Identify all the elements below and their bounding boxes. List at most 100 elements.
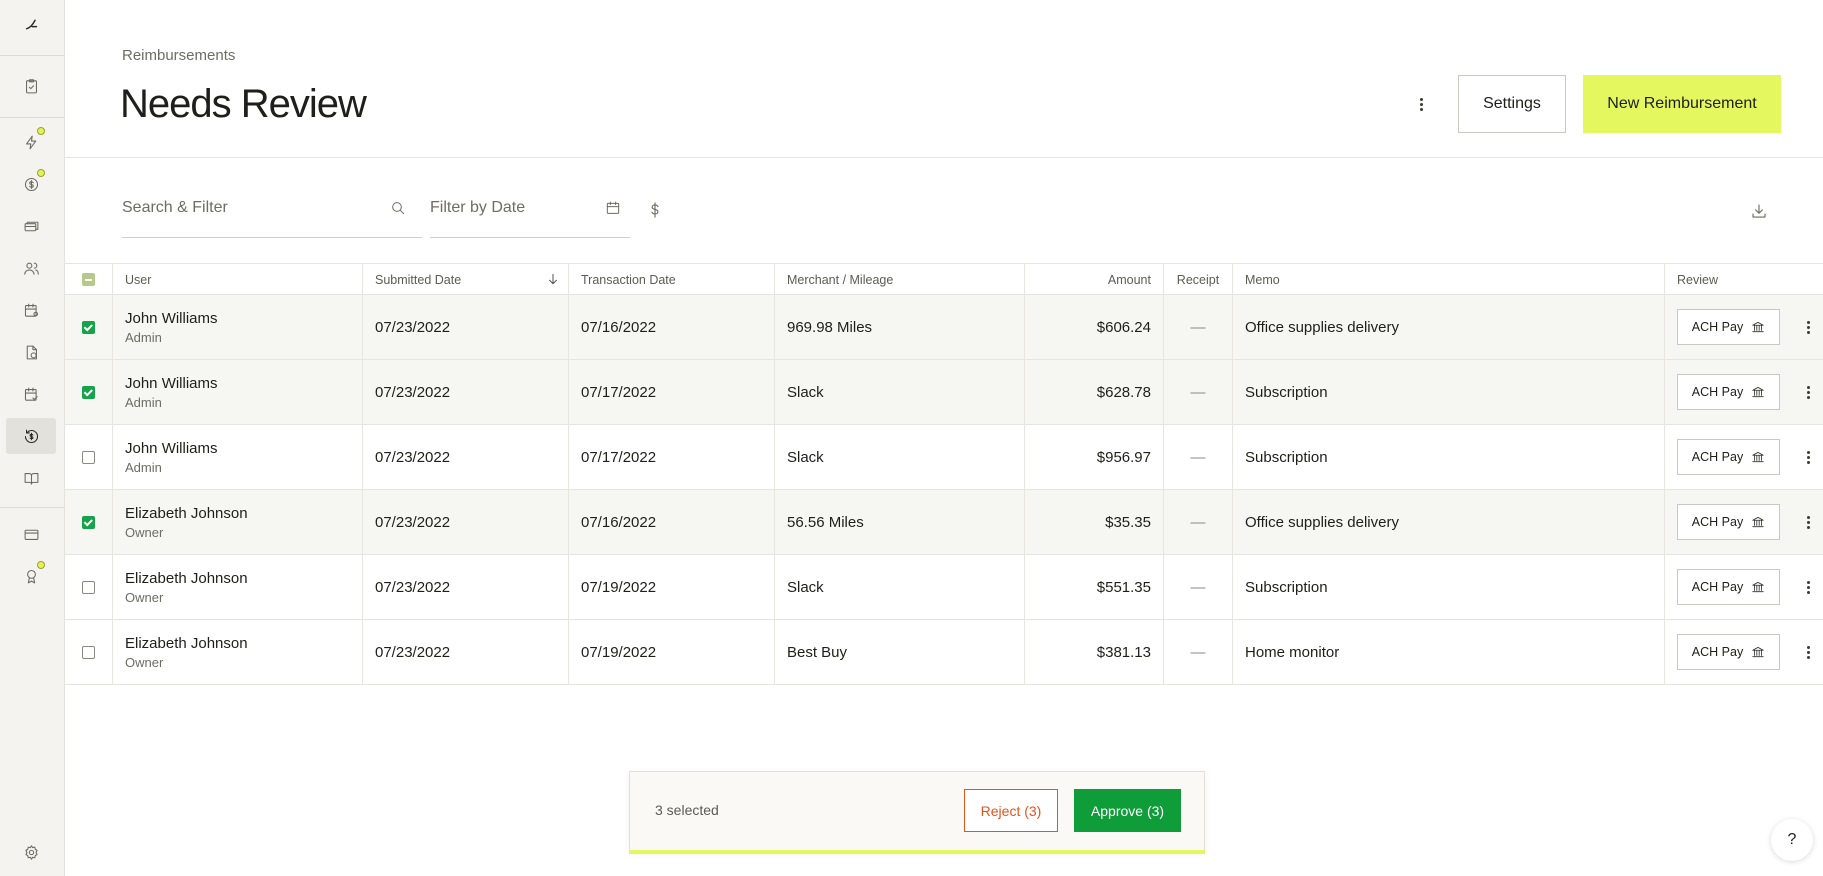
- row-checkbox[interactable]: [82, 580, 95, 594]
- row-more-button[interactable]: [1800, 640, 1816, 664]
- user-cell: John Williams Admin: [112, 360, 362, 424]
- logo-icon[interactable]: [6, 6, 56, 42]
- more-options-button[interactable]: [1411, 92, 1431, 116]
- ach-pay-button[interactable]: ACH Pay: [1677, 374, 1780, 410]
- ach-pay-label: ACH Pay: [1691, 580, 1744, 594]
- sidebar-item-approvals[interactable]: [6, 376, 56, 412]
- merchant-cell: Slack: [774, 425, 1024, 489]
- receipt-cell[interactable]: —: [1163, 555, 1232, 619]
- amount-cell: $628.78: [1024, 360, 1163, 424]
- ach-pay-button[interactable]: ACH Pay: [1677, 439, 1780, 475]
- users-icon: [23, 262, 39, 275]
- receipt-cell[interactable]: —: [1163, 620, 1232, 684]
- col-amount[interactable]: Amount: [1024, 264, 1163, 295]
- sidebar-item-bills[interactable]: [6, 334, 56, 370]
- row-checkbox[interactable]: [82, 320, 95, 334]
- sidebar-item-reimbursements[interactable]: [6, 418, 56, 454]
- reject-button[interactable]: Reject (3): [964, 789, 1058, 832]
- memo-cell: Subscription: [1232, 425, 1664, 489]
- sidebar-item-docs[interactable]: [6, 460, 56, 496]
- table-row[interactable]: John Williams Admin 07/23/2022 07/17/2022 Sl…: [65, 425, 1823, 490]
- row-checkbox[interactable]: [82, 645, 95, 659]
- table-row[interactable]: Elizabeth Johnson Owner 07/23/2022 07/19/20…: [65, 620, 1823, 685]
- row-select-cell: [65, 360, 112, 424]
- col-merchant[interactable]: Merchant / Mileage: [774, 264, 1024, 295]
- amount-cell: $956.97: [1024, 425, 1163, 489]
- notification-dot: [37, 561, 45, 569]
- receipt-cell[interactable]: —: [1163, 295, 1232, 359]
- transaction-date-cell: 07/19/2022: [568, 620, 774, 684]
- ach-pay-button[interactable]: ACH Pay: [1677, 309, 1780, 345]
- sidebar-item-payments[interactable]: [6, 166, 56, 202]
- row-more-button[interactable]: [1800, 380, 1816, 404]
- user-name: John Williams: [125, 439, 218, 457]
- download-icon[interactable]: [1750, 202, 1768, 220]
- col-user[interactable]: User: [112, 264, 362, 295]
- bank-icon: [1752, 386, 1764, 398]
- select-all-cell: [65, 264, 112, 295]
- select-all-checkbox[interactable]: [82, 273, 95, 286]
- col-receipt[interactable]: Receipt: [1163, 264, 1232, 295]
- row-more-button[interactable]: [1800, 445, 1816, 469]
- row-checkbox[interactable]: [82, 450, 95, 464]
- memo-cell: Subscription: [1232, 555, 1664, 619]
- kebab-icon: [1419, 97, 1423, 111]
- receipt-cell[interactable]: —: [1163, 490, 1232, 554]
- receipt-cell[interactable]: —: [1163, 360, 1232, 424]
- ach-pay-button[interactable]: ACH Pay: [1677, 504, 1780, 540]
- user-cell: John Williams Admin: [112, 295, 362, 359]
- table-row[interactable]: Elizabeth Johnson Owner 07/23/2022 07/19/20…: [65, 555, 1823, 620]
- sidebar-item-settings[interactable]: [6, 834, 56, 870]
- sidebar-item-schedule[interactable]: [6, 292, 56, 328]
- sidebar-item-rewards[interactable]: [6, 558, 56, 594]
- settings-button[interactable]: Settings: [1458, 75, 1566, 133]
- col-transaction-date[interactable]: Transaction Date: [568, 264, 774, 295]
- col-submitted-date[interactable]: Submitted Date: [362, 264, 568, 295]
- bulk-action-bar: 3 selected Reject (3) Approve (3): [629, 771, 1205, 854]
- ach-pay-label: ACH Pay: [1691, 450, 1744, 464]
- table-row[interactable]: Elizabeth Johnson Owner 07/23/2022 07/16/20…: [65, 490, 1823, 555]
- user-role: Admin: [125, 459, 162, 475]
- user-name: John Williams: [125, 374, 218, 392]
- amount-cell: $381.13: [1024, 620, 1163, 684]
- kebab-icon: [1806, 320, 1810, 334]
- row-more-button[interactable]: [1800, 575, 1816, 599]
- row-checkbox[interactable]: [82, 385, 95, 399]
- user-name: Elizabeth Johnson: [125, 504, 248, 522]
- cards-icon: [24, 221, 38, 231]
- sidebar-item-cards[interactable]: [6, 208, 56, 244]
- ach-pay-button[interactable]: ACH Pay: [1677, 634, 1780, 670]
- amount-cell: $35.35: [1024, 490, 1163, 554]
- col-submitted-date-label: Submitted Date: [375, 272, 462, 287]
- row-more-button[interactable]: [1800, 315, 1816, 339]
- date-filter-input[interactable]: [430, 196, 590, 220]
- sidebar-divider: [0, 117, 65, 118]
- help-button[interactable]: ?: [1771, 819, 1813, 861]
- approve-button[interactable]: Approve (3): [1074, 789, 1181, 832]
- table-body: John Williams Admin 07/23/2022 07/16/2022 96…: [65, 295, 1823, 685]
- ach-pay-button[interactable]: ACH Pay: [1677, 569, 1780, 605]
- search-input[interactable]: [122, 196, 382, 220]
- submitted-date-cell: 07/23/2022: [362, 295, 568, 359]
- search-icon[interactable]: [390, 200, 406, 216]
- memo-cell: Home monitor: [1232, 620, 1664, 684]
- calendar-icon[interactable]: [605, 200, 621, 216]
- sidebar-item-activity[interactable]: [6, 124, 56, 160]
- breadcrumb[interactable]: Reimbursements: [122, 47, 235, 64]
- table-row[interactable]: John Williams Admin 07/23/2022 07/17/2022 Sl…: [65, 360, 1823, 425]
- row-checkbox[interactable]: [82, 515, 95, 529]
- receipt-cell[interactable]: —: [1163, 425, 1232, 489]
- merchant-cell: 969.98 Miles: [774, 295, 1024, 359]
- user-cell: Elizabeth Johnson Owner: [112, 490, 362, 554]
- dollar-icon[interactable]: [646, 200, 664, 220]
- sidebar-item-card[interactable]: [6, 516, 56, 552]
- col-memo[interactable]: Memo: [1232, 264, 1664, 295]
- new-reimbursement-button[interactable]: New Reimbursement: [1583, 75, 1781, 133]
- search-filter: [122, 188, 422, 238]
- table-row[interactable]: John Williams Admin 07/23/2022 07/16/2022 96…: [65, 295, 1823, 360]
- row-more-button[interactable]: [1800, 510, 1816, 534]
- user-name: Elizabeth Johnson: [125, 634, 248, 652]
- sidebar-item-users[interactable]: [6, 250, 56, 286]
- sidebar-item-clipboard[interactable]: [6, 68, 56, 104]
- sort-down-icon: [549, 273, 557, 285]
